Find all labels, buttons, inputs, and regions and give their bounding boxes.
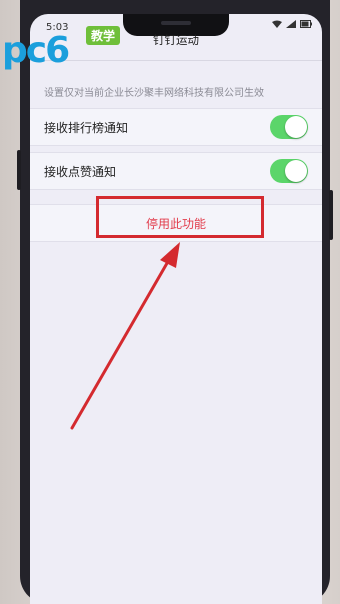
logo-badge: 教学 [86, 26, 121, 45]
pc6-logo: pc6 教学 [0, 26, 128, 72]
logo-brand-text: pc6 [2, 30, 70, 71]
annotation-arrow [70, 242, 180, 430]
